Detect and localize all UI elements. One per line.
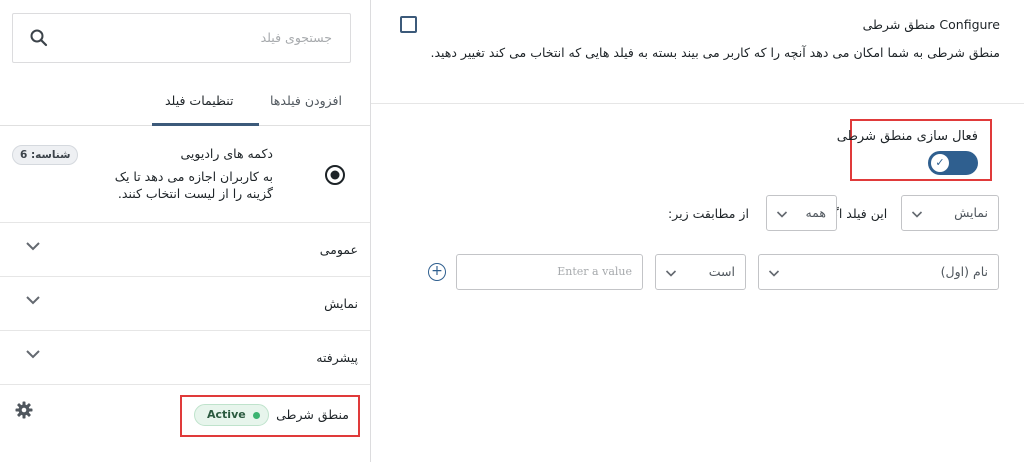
status-badge: Active <box>194 404 269 426</box>
rule-operator-value: است <box>708 264 735 279</box>
conditional-logic-panel: Configure منطق شرطی منطق شرطی به شما امک… <box>370 0 1024 462</box>
page-title: Configure منطق شرطی <box>862 17 1000 32</box>
tab-field-settings[interactable]: تنظیمات فیلد <box>165 93 234 108</box>
rule-match-text: از مطابقت زیر: <box>668 206 749 221</box>
status-dot-icon <box>252 412 260 419</box>
add-rule-button[interactable]: + <box>428 263 446 281</box>
chevron-down-icon <box>776 211 788 218</box>
chevron-down-icon <box>26 350 40 359</box>
accordion-general[interactable]: عمومی <box>0 223 370 277</box>
radio-button-icon <box>325 165 345 185</box>
action-select-value: نمایش <box>954 205 988 220</box>
selected-field-card: دکمه های رادیویی به کاربران اجازه می دهد… <box>0 127 370 223</box>
chevron-down-icon <box>665 270 677 277</box>
accordion-advanced[interactable]: پیشرفته <box>0 331 370 385</box>
check-icon: ✓ <box>931 154 949 172</box>
rule-field-value: نام (اول) <box>940 264 988 279</box>
rule-value-placeholder: Enter a value <box>557 265 632 278</box>
rule-value-input[interactable]: Enter a value <box>456 254 643 290</box>
conditional-logic-toggle[interactable]: ✓ <box>928 151 978 175</box>
config-description: منطق شرطی به شما امکان می دهد آنچه را که… <box>430 45 1000 60</box>
tab-add-fields[interactable]: افزودن فیلدها <box>270 93 342 108</box>
chevron-down-icon <box>911 211 923 218</box>
enable-conditional-logic-label: فعال سازی منطق شرطی <box>836 129 978 144</box>
field-sidebar: جستجوی فیلد افزودن فیلدها تنظیمات فیلد د… <box>0 0 370 462</box>
config-header: Configure منطق شرطی منطق شرطی به شما امک… <box>371 0 1024 104</box>
plus-icon: + <box>431 263 443 279</box>
sidebar-tabs: افزودن فیلدها تنظیمات فیلد <box>0 86 370 126</box>
chevron-down-icon <box>768 270 780 277</box>
conditional-logic-item[interactable]: منطق شرطی Active <box>180 395 360 437</box>
rule-header-row: نمایش این فیلد اگر همه از مطابقت زیر: <box>371 195 1024 233</box>
gear-icon[interactable] <box>15 401 33 419</box>
field-id-badge: شناسه: 6 <box>12 145 79 165</box>
field-type-name: دکمه های رادیویی <box>180 146 274 161</box>
search-field-box[interactable]: جستجوی فیلد <box>12 13 351 63</box>
accordion-label: عمومی <box>319 242 358 257</box>
action-select[interactable]: نمایش <box>901 195 999 231</box>
configure-checkbox[interactable] <box>400 16 417 33</box>
search-icon[interactable] <box>29 28 49 48</box>
active-tab-indicator <box>152 123 259 126</box>
enable-conditional-logic: فعال سازی منطق شرطی ✓ <box>837 119 992 181</box>
chevron-down-icon <box>26 296 40 305</box>
status-text: Active <box>207 408 246 421</box>
chevron-down-icon <box>26 242 40 251</box>
rule-operator-select[interactable]: است <box>655 254 746 290</box>
match-select[interactable]: همه <box>766 195 837 231</box>
conditional-logic-label: منطق شرطی <box>276 407 349 422</box>
search-input[interactable]: جستجوی فیلد <box>261 30 332 45</box>
match-select-value: همه <box>805 205 826 220</box>
accordion-display[interactable]: نمایش <box>0 277 370 331</box>
accordion-label: نمایش <box>324 296 358 311</box>
accordion-label: پیشرفته <box>316 350 358 365</box>
field-type-description: به کاربران اجازه می دهد تا یک گزینه را ا… <box>114 169 273 201</box>
rule-field-select[interactable]: نام (اول) <box>758 254 999 290</box>
